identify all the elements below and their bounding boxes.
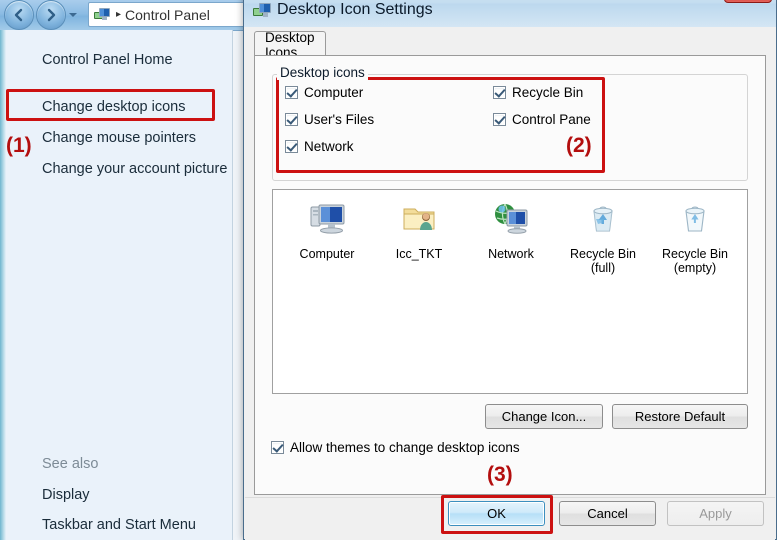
recycle-bin-full-icon [558,196,648,242]
control-panel-icon [94,7,110,20]
preview-item-computer[interactable]: Computer [282,196,372,275]
dialog-titlebar: Desktop Icon Settings [244,0,776,27]
screenshot-stage: ▸ Control Panel Control Panel Home Chang… [0,0,777,540]
sidebar-item-display[interactable]: Display [42,487,90,503]
desktop-icon-settings-icon [253,3,271,17]
recycle-bin-empty-icon [650,196,740,242]
annotation-number-2: (2) [566,134,592,157]
checkbox-label: Computer [304,85,364,100]
ok-button[interactable]: OK [448,501,545,526]
navigation-buttons [4,0,78,30]
checkbox-label: Recycle Bin [512,85,584,100]
user-folder-icon [374,196,464,242]
sidebar-item-control-panel-home[interactable]: Control Panel Home [42,52,173,68]
computer-icon [282,196,372,242]
icon-preview-pane[interactable]: Computer Icc_TKT Network Recycle Bin (fu… [272,189,748,394]
sidebar-left-edge [0,30,6,540]
sidebar-item-change-desktop-icons[interactable]: Change desktop icons [42,99,186,115]
sidebar-item-change-account-picture[interactable]: Change your account picture [42,161,227,177]
network-icon [466,196,556,242]
preview-item-user-folder[interactable]: Icc_TKT [374,196,464,275]
restore-default-button[interactable]: Restore Default [612,404,748,429]
checkbox-label: Allow themes to change desktop icons [290,440,520,455]
checkbox-network[interactable]: Network [285,139,354,154]
breadcrumb-separator: ▸ [116,9,122,20]
checkbox-users-files[interactable]: User's Files [285,112,374,127]
icon-preview-list: Computer Icc_TKT Network Recycle Bin (fu… [281,196,741,275]
apply-button[interactable]: Apply [667,501,764,526]
breadcrumb-control-panel[interactable]: Control Panel [125,7,210,23]
tab-desktop-icons[interactable]: Desktop Icons [254,30,326,60]
annotation-number-1: (1) [6,134,32,157]
preview-item-recycle-bin-full[interactable]: Recycle Bin (full) [558,196,648,275]
dialog-title: Desktop Icon Settings [277,1,433,18]
preview-label: Recycle Bin (empty) [662,247,728,275]
see-also-label: See also [42,456,99,472]
preview-item-recycle-bin-empty[interactable]: Recycle Bin (empty) [650,196,740,275]
checkbox-box[interactable] [493,86,506,99]
desktop-icon-settings-dialog: Desktop Icon Settings Desktop Icons Desk… [243,0,777,540]
change-icon-button[interactable]: Change Icon... [485,404,603,429]
preview-label: Computer [299,247,355,261]
annotation-number-3: (3) [487,463,513,486]
tab-page-desktop-icons: Desktop icons Computer User's Files Netw… [254,55,766,495]
checkbox-box[interactable] [271,441,284,454]
preview-label: Network [488,247,534,261]
dialog-body: Desktop Icons Desktop icons Computer Use… [254,27,768,497]
sidebar-item-change-mouse-pointers[interactable]: Change mouse pointers [42,130,196,146]
chevron-down-icon[interactable] [68,1,78,29]
checkbox-box[interactable] [285,86,298,99]
checkbox-box[interactable] [493,113,506,126]
checkbox-label: Network [304,139,354,154]
checkbox-box[interactable] [285,140,298,153]
close-icon[interactable] [724,0,772,3]
checkbox-box[interactable] [285,113,298,126]
checkbox-control-panel[interactable]: Control Pane [493,112,591,127]
preview-label: Recycle Bin (full) [570,247,636,275]
checkbox-computer[interactable]: Computer [285,85,363,100]
preview-label: Icc_TKT [395,247,443,261]
checkbox-label: Control Pane [512,112,591,127]
back-arrow-icon[interactable] [4,0,34,30]
cancel-button[interactable]: Cancel [559,501,656,526]
checkbox-label: User's Files [304,112,375,127]
forward-arrow-icon[interactable] [36,0,66,30]
sidebar-item-taskbar-start-menu[interactable]: Taskbar and Start Menu [42,517,196,533]
desktop-icons-group-label: Desktop icons [277,65,368,80]
checkbox-recycle-bin[interactable]: Recycle Bin [493,85,583,100]
checkbox-allow-themes[interactable]: Allow themes to change desktop icons [271,440,520,455]
preview-item-network[interactable]: Network [466,196,556,275]
